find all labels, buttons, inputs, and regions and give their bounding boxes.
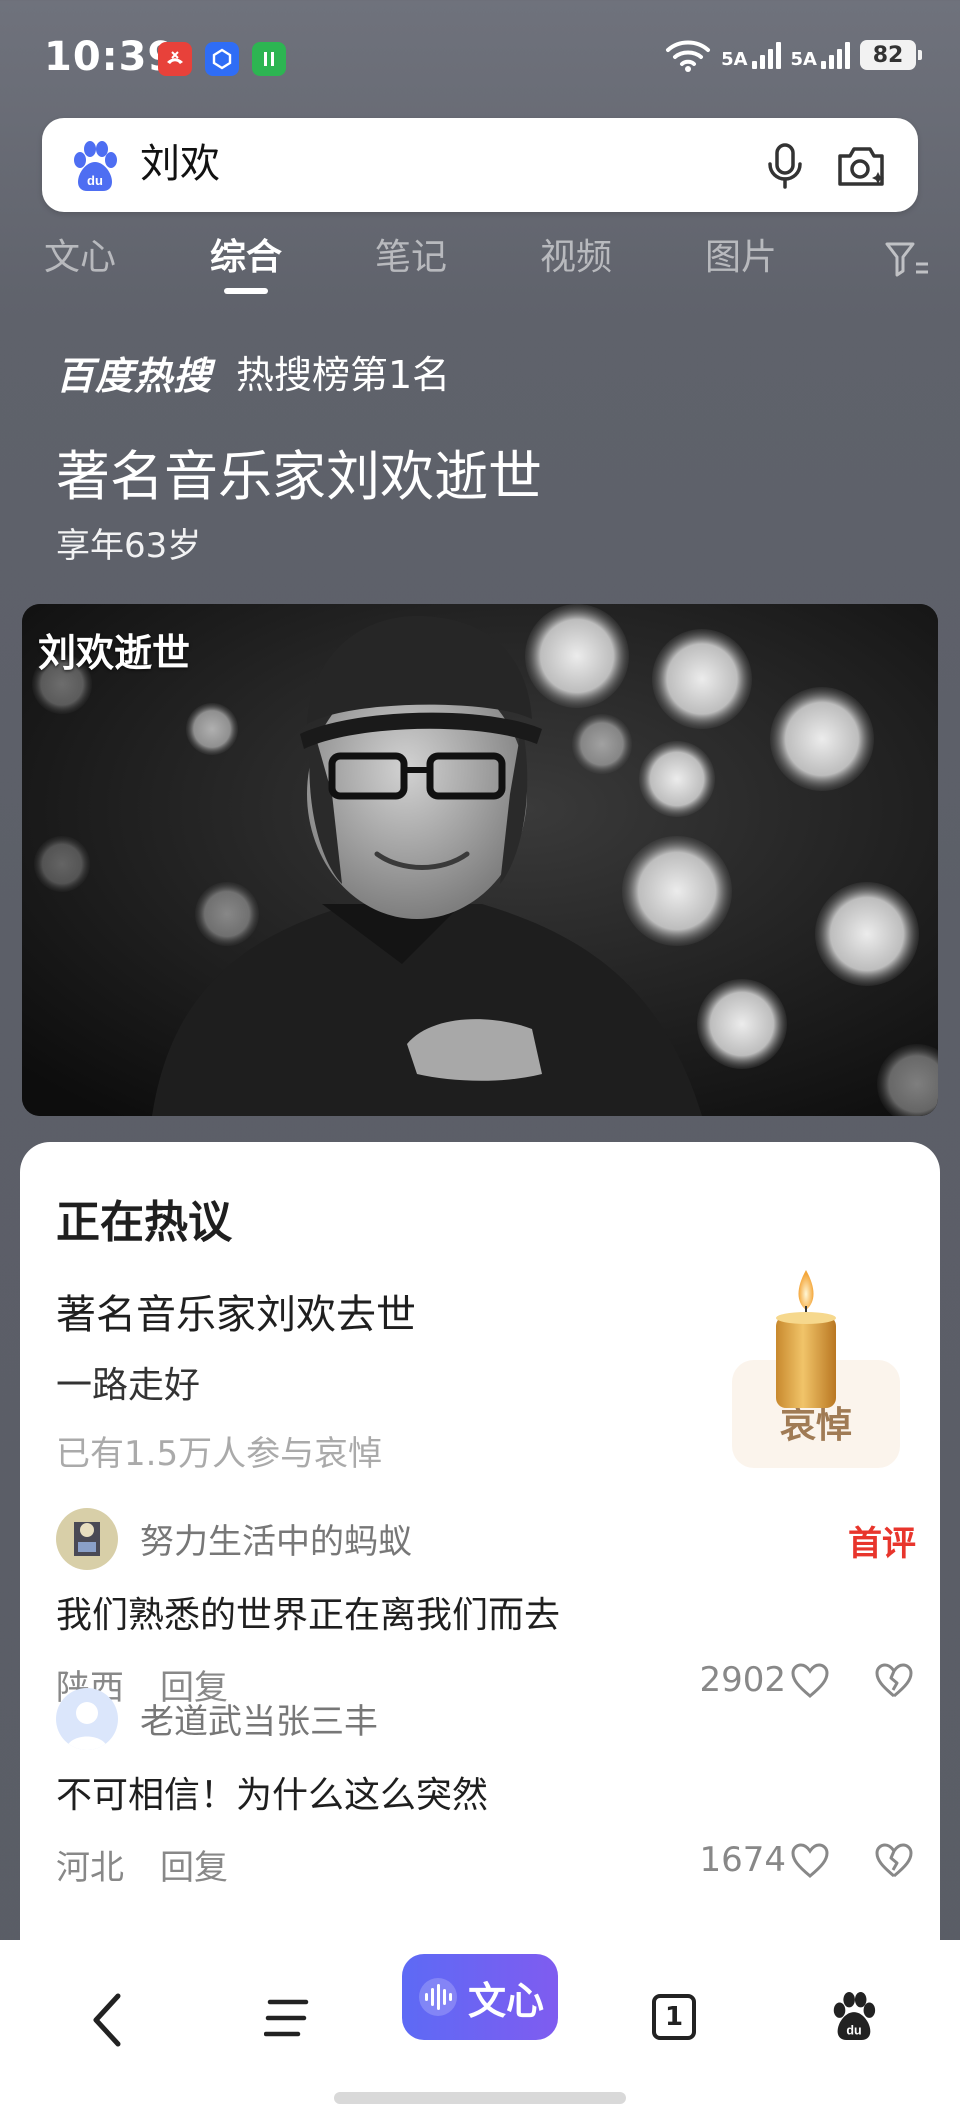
home-indicator[interactable]	[334, 2092, 626, 2104]
avatar[interactable]	[56, 1508, 118, 1570]
photo-caption: 刘欢逝世	[38, 631, 191, 675]
network-label-1: 5A	[721, 49, 748, 70]
status-bar: 10:39 5A 5A 82	[0, 0, 960, 116]
tab-images[interactable]: 图片	[705, 232, 777, 292]
tabs-count-button[interactable]: 1	[652, 1994, 696, 2040]
hot-search-rank[interactable]: 热搜榜第1名	[236, 344, 450, 399]
green-app-icon	[252, 42, 286, 76]
status-icons: 5A 5A 82	[665, 38, 922, 72]
participant-count: 已有1.5万人参与哀悼	[56, 1434, 383, 1474]
comment-item: 老道武当张三丰 不可相信！为什么这么突然 河北 回复 1674	[56, 1688, 916, 1908]
first-comment-badge: 首评	[848, 1524, 916, 1564]
comment-text: 不可相信！为什么这么突然	[56, 1775, 489, 1816]
svg-text:du: du	[846, 2023, 861, 2037]
svg-text:du: du	[87, 173, 103, 188]
wenxin-label: 文心	[467, 1978, 544, 2023]
camera-icon[interactable]	[836, 142, 888, 190]
like-count: 1674	[699, 1840, 786, 1880]
broken-heart-icon[interactable]	[874, 1842, 914, 1880]
tab-video[interactable]: 视频	[540, 232, 612, 292]
headline[interactable]: 著名音乐家刘欢逝世	[56, 432, 542, 511]
comment-location: 河北	[56, 1848, 124, 1888]
tab-wenxin[interactable]: 文心	[44, 232, 116, 292]
candle-icon	[776, 1270, 836, 1408]
search-bar[interactable]: du 刘欢	[42, 118, 918, 212]
hot-search-brand: 百度热搜	[56, 354, 213, 398]
comment-item: 努力生活中的蚂蚁 首评 我们熟悉的世界正在离我们而去 陕西 回复 2902	[56, 1508, 916, 1708]
microphone-icon[interactable]	[762, 142, 808, 190]
topic-subtitle: 一路走好	[56, 1365, 201, 1406]
search-input[interactable]: 刘欢	[140, 138, 220, 190]
heart-icon[interactable]	[790, 1842, 830, 1880]
menu-icon[interactable]	[264, 1996, 310, 2040]
tab-notes[interactable]: 笔记	[375, 232, 447, 292]
battery-icon: 82	[860, 40, 922, 70]
search-tabs: 文心 综合 笔记 视频 图片	[0, 232, 960, 302]
tab-comprehensive[interactable]: 综合	[210, 232, 282, 292]
back-icon[interactable]	[88, 1992, 128, 2048]
status-time: 10:39	[44, 34, 177, 80]
wenxin-button[interactable]: 文心	[402, 1954, 558, 2040]
signal-icon	[751, 41, 781, 69]
news-photo[interactable]: 刘欢逝世	[22, 604, 938, 1116]
topic-title[interactable]: 著名音乐家刘欢去世	[56, 1282, 416, 1340]
headline-sub: 享年63岁	[56, 526, 202, 566]
wenxin-wave-icon	[418, 1978, 457, 2016]
signal-icon	[821, 41, 850, 69]
discussion-title: 正在热议	[56, 1197, 232, 1248]
comment-text: 我们熟悉的世界正在离我们而去	[56, 1595, 561, 1636]
blue-app-icon	[205, 42, 239, 76]
missed-call-icon	[158, 42, 192, 76]
baidu-paw-icon: du	[74, 141, 117, 191]
portrait-image	[22, 604, 938, 1116]
wifi-icon	[666, 40, 711, 72]
comment-author[interactable]: 老道武当张三丰	[140, 1694, 378, 1743]
baidu-home-icon[interactable]: du	[828, 1990, 878, 2042]
reply-button[interactable]: 回复	[160, 1840, 228, 1889]
comment-author[interactable]: 努力生活中的蚂蚁	[140, 1514, 412, 1563]
bottom-nav: 文心 1 du	[0, 1940, 960, 2124]
filter-icon[interactable]	[884, 240, 930, 280]
network-label-2: 5A	[790, 49, 817, 70]
avatar[interactable]	[56, 1688, 118, 1750]
